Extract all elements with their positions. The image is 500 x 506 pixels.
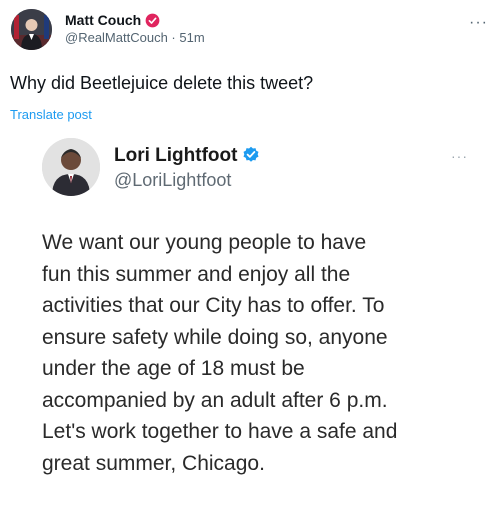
embedded-text-line: ensure safety while doing so, anyone: [42, 325, 388, 349]
author-meta: @RealMattCouch · 51m: [65, 30, 205, 46]
post-time[interactable]: 51m: [179, 30, 204, 45]
embedded-user-avatar-icon: [42, 138, 100, 196]
meta-separator: ·: [171, 30, 176, 45]
embedded-text-line: We want our young people to have: [42, 231, 367, 254]
tweet-post: Matt Couch @RealMattCouch · 51m ··· Why …: [0, 0, 500, 506]
embedded-text-line: Let's work together to have a safe and: [42, 420, 398, 443]
embedded-tweet-image[interactable]: Lori Lightfoot @LoriLightfoot ··· We wan…: [10, 133, 490, 506]
verified-badge-icon: [145, 13, 160, 28]
embedded-author-name: Lori Lightfoot: [114, 145, 260, 167]
embedded-text-line: under the age of 18 must be: [42, 357, 305, 380]
author-name[interactable]: Matt Couch: [65, 12, 160, 28]
embedded-text-line: fun this summer and enjoy all the: [42, 262, 351, 286]
embedded-tweet-text: We want our young people to have fun thi…: [42, 227, 482, 479]
author-avatar[interactable]: [11, 9, 52, 50]
embedded-more-icon: ···: [451, 148, 468, 164]
more-options-button[interactable]: ···: [469, 15, 488, 31]
embedded-text-line: accompanied by an adult after 6 p.m.: [42, 388, 388, 412]
user-avatar-icon: [11, 9, 52, 50]
translate-post-link[interactable]: Translate post: [10, 107, 92, 123]
embedded-text-line: activities that our City has to offer. T…: [42, 294, 385, 317]
author-handle[interactable]: @RealMattCouch: [65, 30, 168, 45]
post-text: Why did Beetlejuice delete this tweet?: [10, 73, 314, 93]
embedded-author-avatar: [42, 138, 100, 196]
embedded-author-handle: @LoriLightfoot: [114, 170, 232, 190]
embedded-text-line: great summer, Chicago.: [42, 451, 265, 475]
embedded-verified-badge-icon: [243, 146, 259, 162]
